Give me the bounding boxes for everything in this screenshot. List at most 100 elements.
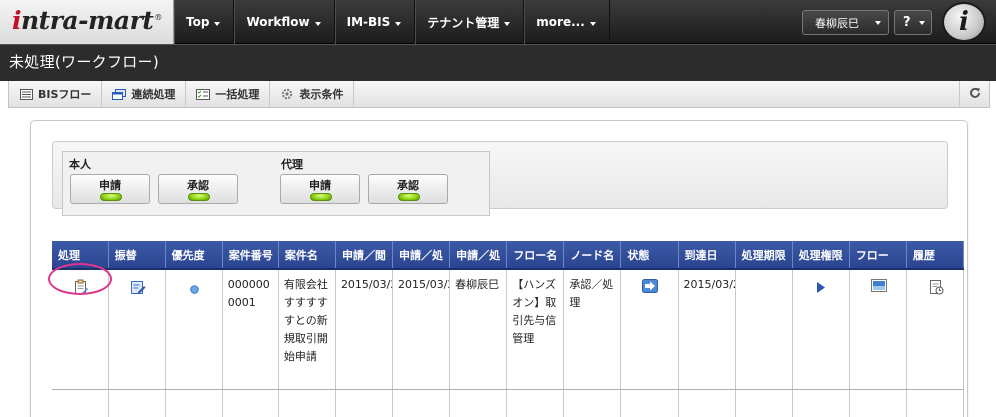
case-table: 処理 振替 優先度 案件番号 案件名 申請／閲 申請／処 申請／処 フロー名 ノ… [52,241,965,417]
green-indicator-icon [100,193,122,201]
proxy-approve-label: 承認 [397,179,419,192]
chevron-down-icon [214,21,221,26]
empty-cell [506,389,565,417]
empty-cell [735,389,793,417]
column-header-case-name[interactable]: 案件名 [278,241,336,270]
column-header-history[interactable]: 履歴 [906,241,965,270]
case-name-cell: 有限会社すすすすすとの新規取引開始申請 [278,269,336,390]
refresh-button[interactable] [959,81,989,107]
intra-mart-logo[interactable]: intra-mart® [0,0,174,44]
global-menu: Top Workflow IM-BIS テナント管理 more... [174,0,610,44]
empty-cell [563,389,622,417]
column-header-authority[interactable]: 処理権限 [792,241,850,270]
menu-top[interactable]: Top [174,0,235,44]
column-header-transfer[interactable]: 振替 [108,241,166,270]
proxy-approve-filter-button[interactable]: 承認 [368,174,448,204]
empty-cell [52,389,109,417]
column-header-apply-date-1[interactable]: 申請／閲 [335,241,394,270]
info-logo-letter: i [959,7,969,37]
display-conditions-label: 表示条件 [299,88,344,101]
priority-cell [165,269,223,390]
menu-im-bis[interactable]: IM-BIS [335,0,416,44]
menu-more[interactable]: more... [524,0,610,44]
history-document-icon[interactable] [928,279,944,301]
filter-group-container: 本人 申請 承認 代理 申請 承認 [62,151,490,216]
arrow-right-icon[interactable] [642,279,659,299]
logo-text: intra-mart® [12,6,162,35]
table-row: 0000000001 有限会社すすすすすとの新規取引開始申請 2015/03/2… [52,269,965,390]
info-logo-icon[interactable]: i [942,2,986,42]
column-header-flow[interactable]: フロー [849,241,907,270]
chevron-down-icon [875,21,881,25]
empty-cell [449,389,508,417]
menu-more-label: more... [536,15,585,29]
document-edit-icon[interactable] [73,279,89,301]
proxy-group-label: 代理 [281,158,303,171]
bis-flow-label: BISフロー [38,88,92,101]
blue-dot-icon [190,282,200,300]
empty-cell [335,389,394,417]
filter-box: 本人 申請 承認 代理 申請 承認 [52,141,948,216]
self-approve-label: 承認 [187,179,209,192]
table-header-row: 処理 振替 優先度 案件番号 案件名 申請／閲 申請／処 申請／処 フロー名 ノ… [52,241,965,270]
empty-cell [906,389,965,417]
column-header-status[interactable]: 状態 [620,241,679,270]
column-header-arrival-date[interactable]: 到達日 [678,241,736,270]
proxy-apply-label: 申請 [309,179,331,192]
display-conditions-button[interactable]: 表示条件 [270,81,355,107]
apply-date-1-cell: 2015/03/2 [335,269,394,390]
bulk-process-button[interactable]: 一括処理 [186,81,271,107]
menu-tenant-admin-label: テナント管理 [427,15,500,30]
empty-cell [792,389,850,417]
chevron-down-icon [314,21,321,26]
bis-flow-button[interactable]: BISフロー [9,81,103,107]
deadline-cell [735,269,793,390]
self-apply-filter-button[interactable]: 申請 [70,174,150,204]
green-indicator-icon [188,193,210,201]
top-navbar: intra-mart® Top Workflow IM-BIS テナント管理 m… [0,0,996,44]
page-title: 未処理(ワークフロー) [9,53,160,71]
node-name-cell: 承認／処理 [563,269,622,390]
self-approve-filter-button[interactable]: 承認 [158,174,238,204]
column-header-node-name[interactable]: ノード名 [563,241,622,270]
pencil-edit-icon[interactable] [130,279,146,301]
gear-icon [280,88,294,100]
column-header-flow-name[interactable]: フロー名 [506,241,565,270]
list-icon [19,88,33,100]
menu-im-bis-label: IM-BIS [346,15,391,29]
process-cell [52,269,109,390]
continuous-process-button[interactable]: 連続処理 [102,81,187,107]
status-cell [620,269,679,390]
empty-cell [108,389,166,417]
main-panel: 本人 申請 承認 代理 申請 承認 処理 振替 優先度 案件番号 案件名 申請／… [30,120,968,417]
column-header-case-number[interactable]: 案件番号 [222,241,279,270]
column-header-process[interactable]: 処理 [52,241,109,270]
help-menu-button[interactable]: ? [894,10,932,35]
green-indicator-icon [310,193,332,201]
column-header-apply-date-2[interactable]: 申請／処 [392,241,451,270]
menu-workflow[interactable]: Workflow [234,0,335,44]
column-header-priority[interactable]: 優先度 [165,241,223,270]
self-apply-label: 申請 [99,179,121,192]
chevron-down-icon [919,21,925,25]
chevron-down-icon [395,21,402,26]
column-header-applicant[interactable]: 申請／処 [449,241,508,270]
transfer-cell [108,269,166,390]
flow-cell [849,269,907,390]
green-indicator-icon [398,193,420,201]
case-list: 処理 振替 優先度 案件番号 案件名 申請／閲 申請／処 申請／処 フロー名 ノ… [52,241,965,417]
empty-cell [165,389,223,417]
flow-image-icon[interactable] [870,279,887,298]
play-triangle-icon[interactable] [816,281,827,299]
action-toolbar: BISフロー 連続処理 一括処理 表示条件 [8,81,990,108]
column-header-deadline[interactable]: 処理期限 [735,241,793,270]
arrival-date-cell: 2015/03/2 [678,269,736,390]
menu-top-label: Top [186,15,210,29]
bulk-process-label: 一括処理 [215,88,260,101]
proxy-apply-filter-button[interactable]: 申請 [280,174,360,204]
empty-cell [849,389,907,417]
menu-tenant-admin[interactable]: テナント管理 [415,0,525,44]
flow-name-cell: 【ハンズオン】取引先与信管理 [506,269,565,390]
user-menu-button[interactable]: 春柳辰巳 [802,10,889,35]
user-name: 春柳辰巳 [815,16,859,30]
